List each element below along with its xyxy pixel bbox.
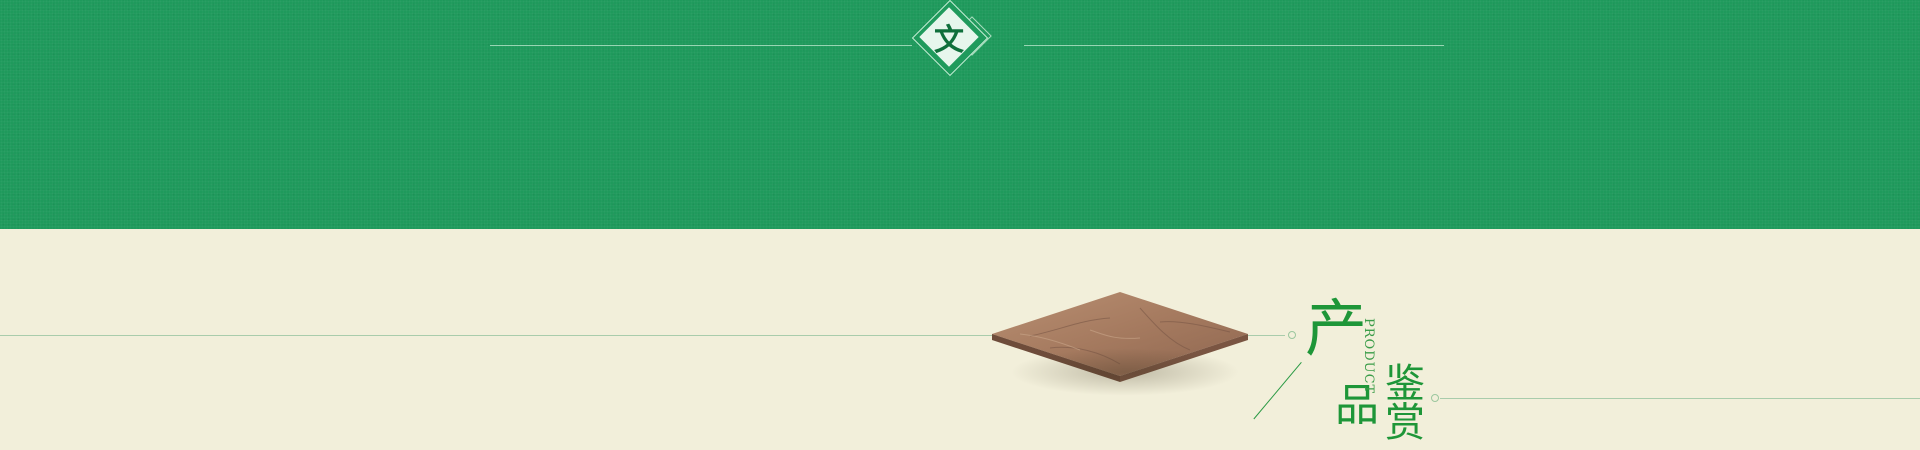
- title-english: PRODUCT: [1361, 318, 1376, 395]
- header-divider-left: [490, 45, 912, 46]
- tile-shadow: [1010, 348, 1240, 396]
- emblem-char: 文: [934, 23, 964, 58]
- marble-tile-image: [990, 290, 1250, 420]
- title-char-shang: 赏: [1385, 400, 1425, 446]
- title-slash: [1253, 362, 1302, 420]
- divider-dot-left: [1288, 331, 1296, 339]
- header-emblem: 文: [911, 0, 1016, 86]
- section-divider-right: [1440, 398, 1920, 399]
- title-char-chan: 产: [1305, 292, 1368, 365]
- header-divider-right: [1024, 45, 1444, 46]
- divider-dot-right: [1431, 394, 1439, 402]
- title-char-jian: 鉴: [1385, 361, 1425, 407]
